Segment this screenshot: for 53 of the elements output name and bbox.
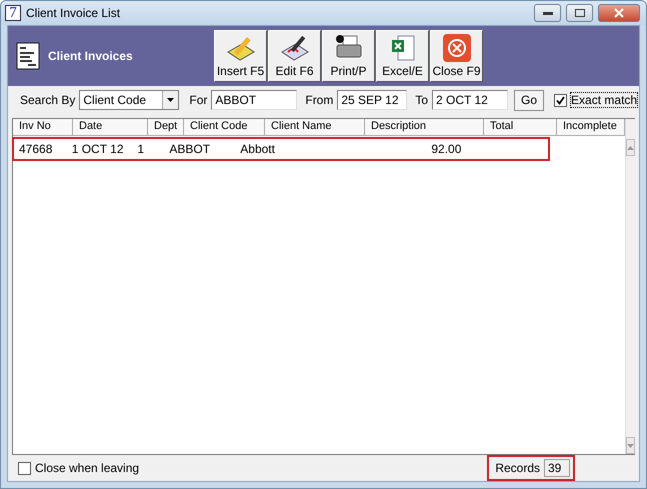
document-icon	[16, 42, 40, 70]
for-field[interactable]: ABBOT	[211, 90, 298, 110]
table-cell-text: Abbott	[239, 142, 276, 156]
toolbar-button[interactable]: Close F9	[430, 30, 483, 82]
close-when-leaving-checkbox[interactable]	[18, 462, 31, 474]
column-header[interactable]: Incomplete	[557, 119, 625, 136]
window-title: Client Invoice List	[26, 6, 122, 20]
toolbar-button[interactable]: Excel/E	[376, 30, 429, 82]
table-row[interactable]: 47668 1 OCT 12 1 ABBOT Abbott 92.00	[13, 138, 549, 160]
dropdown-arrow-icon	[167, 98, 174, 102]
pen-paper-icon	[280, 34, 310, 62]
checkmark-icon	[556, 96, 566, 104]
records-count: 39	[544, 459, 570, 477]
maximize-icon	[574, 9, 584, 17]
minimize-icon	[542, 12, 552, 14]
column-header[interactable]: Description	[365, 119, 484, 136]
table-cell-text: 1	[136, 142, 146, 156]
column-header[interactable]: Total	[484, 119, 557, 136]
toolbar-button[interactable]: Print/P	[322, 30, 375, 82]
exact-match-label: Exact match	[571, 93, 638, 107]
header-title: Client Invoices	[48, 49, 134, 63]
table-cell-text: ABBOT	[168, 142, 212, 156]
exact-match-checkbox[interactable]	[554, 94, 568, 106]
table-cell-text: 1 OCT 12	[70, 142, 125, 156]
column-header[interactable]: Client Code	[184, 119, 265, 136]
close-button[interactable]	[598, 4, 640, 22]
for-label: For	[189, 93, 208, 107]
pencil-paper-icon	[226, 34, 256, 62]
table-cell-text: 47668	[18, 142, 54, 156]
scrollbar[interactable]	[625, 119, 635, 454]
table-cell-text: 92.00	[430, 142, 462, 156]
close-when-leaving-label: Close when leaving	[35, 461, 140, 475]
search-by-label: Search By	[20, 93, 76, 107]
to-label: To	[415, 93, 428, 107]
scroll-up-icon	[627, 146, 634, 150]
from-date-field[interactable]: 25 SEP 12	[337, 90, 408, 110]
records-label: Records	[495, 461, 540, 475]
search-by-dropdown[interactable]: Client Code	[79, 90, 180, 110]
column-header[interactable]: Inv No	[13, 119, 73, 136]
close-icon	[614, 8, 624, 18]
column-header[interactable]: Date	[73, 119, 148, 136]
toolbar-button[interactable]: Insert F5	[214, 30, 267, 82]
close-icon	[442, 34, 472, 62]
to-date-field[interactable]: 2 OCT 12	[432, 90, 508, 110]
scroll-down-icon	[627, 444, 634, 448]
maximize-button[interactable]	[566, 4, 593, 22]
toolbar-button[interactable]: Edit F6	[268, 30, 321, 82]
column-header[interactable]: Client Name	[265, 119, 365, 136]
column-header[interactable]: Dept	[148, 119, 184, 136]
minimize-button[interactable]	[534, 4, 561, 22]
go-button[interactable]: Go	[514, 90, 544, 110]
app-logo: 7	[5, 5, 21, 21]
from-label: From	[305, 93, 334, 107]
